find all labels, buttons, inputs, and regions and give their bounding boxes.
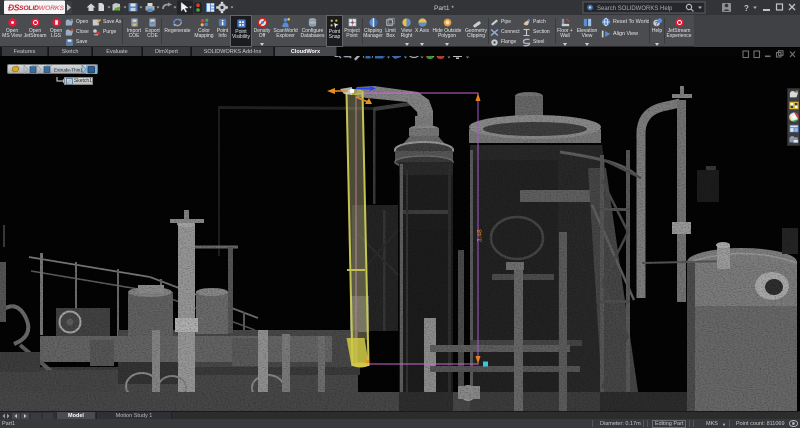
svg-text:SOLIDWORKS: SOLIDWORKS (19, 5, 65, 12)
svg-text:?: ? (744, 4, 749, 13)
svg-text:Part1 *: Part1 * (434, 5, 454, 12)
svg-text:Extrude-Thin1: Extrude-Thin1 (54, 68, 83, 73)
svg-text:ÐS: ÐS (8, 3, 20, 13)
svg-text:Search SOLIDWORKS Help: Search SOLIDWORKS Help (597, 6, 673, 12)
svg-text:3.48: 3.48 (477, 229, 484, 242)
